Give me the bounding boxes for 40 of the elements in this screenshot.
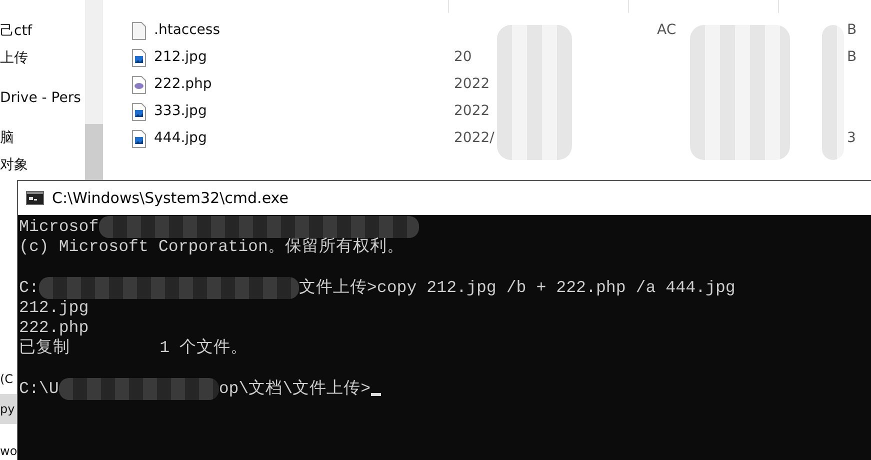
console-text: C:	[19, 278, 39, 298]
nav-item[interactable]: 己ctf	[0, 18, 85, 45]
text-cursor	[370, 392, 381, 396]
console-text: 文件上传>copy 212.jpg /b + 222.php /a 444.jpg	[298, 278, 736, 298]
php-file-icon	[132, 76, 146, 94]
console-text: 已复制 1 个文件。	[19, 338, 248, 358]
file-name[interactable]: 212.jpg	[154, 47, 207, 68]
file-date: 20	[454, 49, 472, 65]
console-text: 212.jpg	[19, 298, 89, 318]
image-file-icon	[132, 130, 146, 148]
file-name[interactable]: 222.php	[154, 74, 212, 95]
nav-item[interactable]: 脑	[0, 125, 85, 152]
nav-item[interactable]: 上传	[0, 45, 85, 72]
console-icon	[26, 191, 44, 205]
nav-item[interactable]: wo	[0, 436, 17, 460]
file-type: AC	[657, 22, 676, 38]
file-size: B	[847, 49, 857, 65]
file-date: 2022/	[454, 130, 494, 146]
nav-item[interactable]: py	[0, 394, 17, 424]
console-text: 222.php	[19, 318, 89, 338]
file-size: B	[847, 22, 857, 38]
window-title: C:\Windows\System32\cmd.exe	[52, 188, 288, 209]
file-name[interactable]: 333.jpg	[154, 101, 207, 122]
image-file-icon	[132, 102, 146, 120]
console-text: C:\U	[19, 378, 59, 399]
file-icon	[132, 22, 146, 40]
file-date: 2022	[454, 76, 490, 92]
console-text: op\文档\文件上传>	[218, 378, 371, 399]
file-name[interactable]: 444.jpg	[154, 128, 207, 149]
console-text: (c) Microsoft Corporation。保留所有权利。	[19, 237, 404, 258]
scrollbar-thumb[interactable]	[85, 124, 103, 180]
console-text: Microsof	[19, 217, 99, 238]
scrollbar[interactable]	[85, 0, 103, 180]
image-file-icon	[132, 48, 146, 66]
nav-item[interactable]: 对象	[0, 152, 85, 179]
file-name[interactable]: .htaccess	[154, 20, 220, 41]
nav-item[interactable]: Drive - Pers	[0, 85, 85, 112]
file-size: 3	[847, 130, 856, 146]
nav-item[interactable]: (C	[0, 364, 17, 394]
file-date: 2022	[454, 103, 490, 119]
